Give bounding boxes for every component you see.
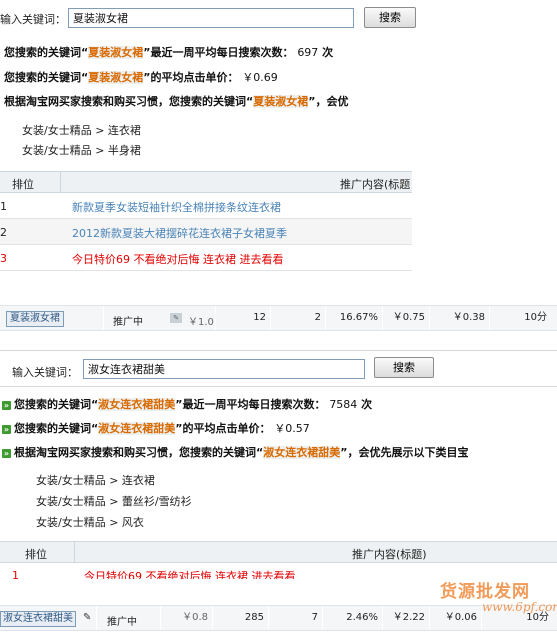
table-row: 1 新款夏季女装短袖针织全棉拼接条纹连衣裙 [0,193,412,219]
keyword-highlight: 夏装淑女裙 [88,71,144,84]
section-divider [0,386,557,387]
results-table-header: 排位 推广内容(标题) [0,541,557,563]
stat-cell: ￥0.75 [382,306,429,330]
line-text: 您搜索的关键词“ [14,398,99,411]
stat-cell: ￥0.06 [429,606,481,630]
column-divider [96,606,97,630]
stat-cell: 12 [215,306,270,330]
rank-cell: 2 [0,226,7,239]
keyword-highlight: 淑女连衣裙甜美 [98,398,176,411]
section-divider [0,350,557,351]
line-text: ”最近一周平均每日搜索次数： [175,398,326,411]
search-button[interactable]: 搜索 [364,7,416,28]
bid-edit-icon[interactable]: ✎ [170,313,182,323]
stat-cell: 285 [212,606,268,630]
line-text: ”，会优先展示以下类目宝 [340,446,469,459]
keyword-highlight: 夏装淑女裙 [88,46,144,59]
watermark-url: www.6pf.com [482,600,557,614]
line-text: 根据淘宝网买家搜索和购买习惯，您搜索的关键词“ [14,446,264,459]
line-text: ”的平均点击单价： [175,422,271,435]
category-path[interactable]: 女装/女士精品 > 连衣裙 [22,122,141,138]
rank-cell: 1 [12,569,19,579]
ad-title-link[interactable]: 今日特价69 不看绝对后悔 连衣裙 进去看看 [84,568,296,579]
line-text: 您搜索的关键词“ [4,71,89,84]
category-path[interactable]: 女装/女士精品 > 连衣裙 [36,472,155,488]
avg-click-price-line: » 您搜索的关键词“淑女连衣裙甜美”的平均点击单价： ￥0.57 [2,420,310,436]
keyword-highlight: 夏装淑女裙 [253,95,309,108]
bid-value[interactable]: ￥0.8 [160,606,212,630]
search-count-line: » 您搜索的关键词“淑女连衣裙甜美”最近一周平均每日搜索次数： 7584 次 [2,396,372,412]
keyword-tag[interactable]: 夏装淑女裙 [6,311,64,327]
ad-title-link[interactable]: 新款夏季女装短袖针织全棉拼接条纹连衣裙 [72,199,281,215]
category-priority-line: » 根据淘宝网买家搜索和购买习惯，您搜索的关键词“淑女连衣裙甜美”，会优先展示以下… [2,444,468,460]
ad-title-link[interactable]: 2012新款夏装大裙摆碎花连衣裙子女裙夏季 [72,225,287,241]
search-count-value: 7584 [329,398,358,411]
rank-cell: 1 [0,200,7,213]
keyword-highlight: 淑女连衣裙甜美 [263,446,341,459]
table-row: 3 今日特价69 不看绝对后悔 连衣裙 进去看看 [0,245,412,271]
search-count-line: 您搜索的关键词“夏装淑女裙”最近一周平均每日搜索次数： 697 次 [4,44,333,60]
arrow-icon: » [2,424,11,434]
avg-click-price-value: ￥0.69 [242,71,278,84]
ad-title-link[interactable]: 今日特价69 不看绝对后悔 连衣裙 进去看看 [72,251,284,267]
keyword-search-input[interactable] [68,8,354,28]
status-text: 推广中 [113,317,143,328]
keyword-search-input[interactable] [83,359,365,379]
keyword-tag[interactable]: 淑女连衣裙甜美 [0,611,76,627]
line-text: ”，会优 [308,95,349,108]
line-text: ”的平均点击单价： [143,71,239,84]
column-divider [60,172,61,192]
rank-column-header: 排位 [12,178,34,191]
category-path[interactable]: 女装/女士精品 > 半身裙 [22,142,141,158]
bid-value[interactable]: ￥1.0 [188,313,214,328]
avg-click-price-line: 您搜索的关键词“夏装淑女裙”的平均点击单价： ￥0.69 [4,69,278,85]
arrow-icon: » [2,448,11,458]
line-text: 您搜索的关键词“ [4,46,89,59]
content-column-header: 推广内容(标题 [340,178,411,191]
keyword-highlight: 淑女连衣裙甜美 [98,422,176,435]
results-table-header: 排位 推广内容(标题 [0,171,412,193]
unit-text: 次 [361,398,373,411]
category-priority-line: 根据淘宝网买家搜索和购买习惯，您搜索的关键词“夏装淑女裙”，会优 [4,93,348,109]
category-path[interactable]: 女装/女士精品 > 风衣 [36,514,144,530]
line-text: 您搜索的关键词“ [14,422,99,435]
stat-cell: 2.46% [322,606,382,630]
arrow-icon: » [2,400,11,410]
column-divider [103,306,104,330]
stat-cell: ￥0.38 [429,306,489,330]
status-text: 推广中 [107,617,137,628]
unit-text: 次 [322,46,334,59]
pencil-icon[interactable]: ✎ [83,612,91,623]
stat-cell: 2 [270,306,325,330]
line-text: 根据淘宝网买家搜索和购买习惯，您搜索的关键词“ [4,95,254,108]
stat-cell: ￥2.22 [382,606,429,630]
keyword-stats-row: 夏装淑女裙 推广中 ✎ ￥1.0 12 2 16.67% ￥0.75 ￥0.38… [0,305,557,331]
stat-cell: 16.67% [325,306,382,330]
avg-click-price-value: ￥0.57 [274,422,310,435]
watermark-logo: 货源批发网 [440,582,530,602]
rank-cell: 3 [0,252,7,265]
category-path[interactable]: 女装/女士精品 > 蕾丝衫/雪纺衫 [36,493,192,509]
rank-column-header: 排位 [25,548,47,561]
column-divider [74,542,75,562]
keyword-input-label: 输入关键词： [12,366,78,379]
table-row: 2 2012新款夏装大裙摆碎花连衣裙子女裙夏季 [0,219,412,245]
content-column-header: 推广内容(标题) [352,548,427,561]
search-button[interactable]: 搜索 [374,357,434,378]
stat-cell: 10分 [489,306,551,330]
search-count-value: 697 [297,46,319,59]
line-text: ”最近一周平均每日搜索次数： [143,46,294,59]
keyword-stats-row: 淑女连衣裙甜美 ✎ 推广中 ￥0.8 285 7 2.46% ￥2.22 ￥0.… [0,605,557,631]
keyword-input-label: 输入关键词： [0,13,66,26]
stat-cell: 7 [268,606,322,630]
